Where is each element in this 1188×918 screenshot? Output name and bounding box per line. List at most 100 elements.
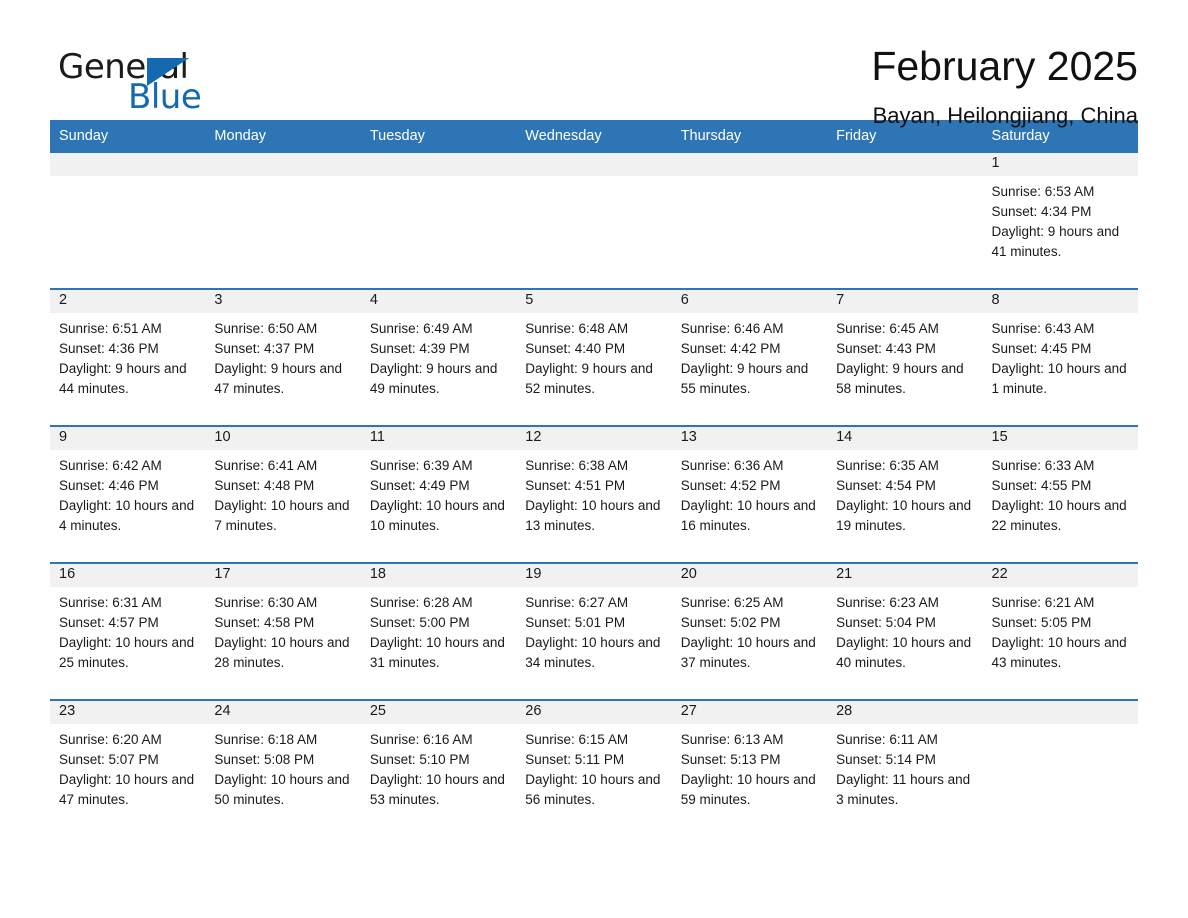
day-details: Sunrise: 6:15 AM Sunset: 5:11 PM Daylight:… [516,724,671,810]
daylight-text: Daylight: 9 hours and 58 minutes. [836,361,964,396]
day-details: Sunrise: 6:27 AM Sunset: 5:01 PM Daylight:… [516,587,671,673]
day-details: Sunrise: 6:43 AM Sunset: 4:45 PM Daylight:… [983,313,1138,399]
calendar-day-cell[interactable]: 22 Sunrise: 6:21 AM Sunset: 5:05 PM Dayligh… [982,562,1138,700]
sunset-text: Sunset: 4:58 PM [214,615,315,630]
calendar-day-cell[interactable]: 8 Sunrise: 6:43 AM Sunset: 4:45 PM Daylight… [982,288,1138,426]
sunrise-text: Sunrise: 6:18 AM [214,732,318,747]
daylight-text: Daylight: 10 hours and 47 minutes. [59,772,195,807]
day-details: Sunrise: 6:45 AM Sunset: 4:43 PM Daylight:… [827,313,982,399]
day-number [671,153,828,176]
calendar-week-row: 23 Sunrise: 6:20 AM Sunset: 5:07 PM Dayligh… [50,699,1138,836]
calendar-day-cell[interactable]: 5 Sunrise: 6:48 AM Sunset: 4:40 PM Daylight… [516,288,672,426]
calendar-day-cell[interactable]: 6 Sunrise: 6:46 AM Sunset: 4:42 PM Daylight… [671,288,828,426]
calendar-day-cell[interactable]: 12 Sunrise: 6:38 AM Sunset: 4:51 PM Dayligh… [516,425,672,563]
day-number: 13 [671,427,828,450]
daylight-text: Daylight: 9 hours and 41 minutes. [991,224,1120,259]
calendar-day-cell[interactable]: 19 Sunrise: 6:27 AM Sunset: 5:01 PM Dayligh… [516,562,672,700]
day-details: Sunrise: 6:31 AM Sunset: 4:57 PM Daylight:… [50,587,205,673]
calendar-day-cell[interactable]: 11 Sunrise: 6:39 AM Sunset: 4:49 PM Dayligh… [360,425,517,563]
sunset-text: Sunset: 5:04 PM [836,615,936,630]
day-number [205,153,361,176]
calendar-day-cell[interactable]: 14 Sunrise: 6:35 AM Sunset: 4:54 PM Dayligh… [827,425,983,563]
calendar-day-cell[interactable]: 25 Sunrise: 6:16 AM Sunset: 5:10 PM Dayligh… [360,699,517,836]
day-details: Sunrise: 6:25 AM Sunset: 5:02 PM Daylight:… [672,587,827,673]
calendar-day-cell-empty [50,153,206,289]
day-number [516,153,672,176]
daylight-text: Daylight: 10 hours and 28 minutes. [214,635,350,670]
daylight-text: Daylight: 10 hours and 34 minutes. [525,635,661,670]
daylight-text: Daylight: 10 hours and 25 minutes. [59,635,195,670]
sunset-text: Sunset: 4:43 PM [836,341,936,356]
day-number: 2 [50,290,206,313]
day-details: Sunrise: 6:51 AM Sunset: 4:36 PM Daylight:… [50,313,205,399]
day-details: Sunrise: 6:16 AM Sunset: 5:10 PM Daylight:… [361,724,516,810]
sunrise-text: Sunrise: 6:46 AM [680,321,784,336]
calendar-day-cell-empty [827,153,983,289]
sunrise-text: Sunrise: 6:25 AM [680,595,784,610]
day-details: Sunrise: 6:35 AM Sunset: 4:54 PM Daylight:… [827,450,982,536]
daylight-text: Daylight: 10 hours and 59 minutes. [680,772,816,807]
daylight-text: Daylight: 9 hours and 49 minutes. [369,361,498,396]
day-details: Sunrise: 6:49 AM Sunset: 4:39 PM Daylight:… [361,313,516,399]
calendar-day-cell[interactable]: 13 Sunrise: 6:36 AM Sunset: 4:52 PM Dayligh… [671,425,828,563]
sunset-text: Sunset: 4:52 PM [680,478,781,493]
day-details: Sunrise: 6:48 AM Sunset: 4:40 PM Daylight:… [516,313,671,399]
calendar-day-cell[interactable]: 21 Sunrise: 6:23 AM Sunset: 5:04 PM Dayligh… [827,562,983,700]
day-number: 28 [827,701,983,724]
day-number [827,153,983,176]
daylight-text: Daylight: 10 hours and 37 minutes. [680,635,816,670]
sunset-text: Sunset: 4:45 PM [991,341,1092,356]
calendar-day-cell[interactable]: 1 Sunrise: 6:53 AM Sunset: 4:34 PM Daylight… [982,153,1138,289]
calendar-week-row: 1 Sunrise: 6:53 AM Sunset: 4:34 PM Daylight… [50,153,1138,289]
day-number: 4 [360,290,517,313]
general-blue-logo[interactable]: General Blue [50,42,250,114]
calendar-day-cell[interactable]: 20 Sunrise: 6:25 AM Sunset: 5:02 PM Dayligh… [671,562,828,700]
page-subtitle: Bayan, Heilongjiang, China [872,103,1138,129]
calendar-day-cell[interactable]: 16 Sunrise: 6:31 AM Sunset: 4:57 PM Dayligh… [50,562,206,700]
calendar-day-cell[interactable]: 10 Sunrise: 6:41 AM Sunset: 4:48 PM Dayligh… [205,425,361,563]
calendar-day-cell[interactable]: 3 Sunrise: 6:50 AM Sunset: 4:37 PM Daylight… [205,288,361,426]
calendar-day-cell[interactable]: 9 Sunrise: 6:42 AM Sunset: 4:46 PM Daylight… [50,425,206,563]
calendar-day-cell[interactable]: 23 Sunrise: 6:20 AM Sunset: 5:07 PM Dayligh… [50,699,206,836]
sunrise-text: Sunrise: 6:38 AM [525,458,629,473]
sunrise-text: Sunrise: 6:33 AM [991,458,1095,473]
calendar-day-cell[interactable]: 24 Sunrise: 6:18 AM Sunset: 5:08 PM Dayligh… [205,699,361,836]
calendar-day-cell[interactable]: 26 Sunrise: 6:15 AM Sunset: 5:11 PM Dayligh… [516,699,672,836]
day-number: 3 [205,290,361,313]
calendar-day-cell[interactable]: 28 Sunrise: 6:11 AM Sunset: 5:14 PM Dayligh… [827,699,983,836]
sunrise-text: Sunrise: 6:50 AM [214,321,318,336]
daylight-text: Daylight: 10 hours and 31 minutes. [369,635,505,670]
sunset-text: Sunset: 4:51 PM [525,478,626,493]
sunset-text: Sunset: 5:07 PM [59,752,159,767]
day-number: 17 [205,564,361,587]
day-details: Sunrise: 6:53 AM Sunset: 4:34 PM Daylight:… [983,176,1138,262]
sunrise-text: Sunrise: 6:48 AM [525,321,629,336]
calendar-day-cell[interactable]: 7 Sunrise: 6:45 AM Sunset: 4:43 PM Daylight… [827,288,983,426]
calendar-day-cell[interactable]: 18 Sunrise: 6:28 AM Sunset: 5:00 PM Dayligh… [360,562,517,700]
day-number: 6 [671,290,828,313]
day-number: 9 [50,427,206,450]
calendar-day-cell[interactable]: 2 Sunrise: 6:51 AM Sunset: 4:36 PM Daylight… [50,288,206,426]
day-number: 25 [360,701,517,724]
sunrise-text: Sunrise: 6:28 AM [369,595,473,610]
sunrise-text: Sunrise: 6:36 AM [680,458,784,473]
calendar-day-cell[interactable]: 15 Sunrise: 6:33 AM Sunset: 4:55 PM Dayligh… [982,425,1138,563]
sunset-text: Sunset: 4:57 PM [59,615,159,630]
sunset-text: Sunset: 5:02 PM [680,615,781,630]
calendar-day-cell[interactable]: 4 Sunrise: 6:49 AM Sunset: 4:39 PM Daylight… [360,288,517,426]
daylight-text: Daylight: 10 hours and 13 minutes. [525,498,661,533]
calendar-day-cell[interactable]: 17 Sunrise: 6:30 AM Sunset: 4:58 PM Dayligh… [205,562,361,700]
daylight-text: Daylight: 10 hours and 16 minutes. [680,498,816,533]
calendar-day-cell[interactable]: 27 Sunrise: 6:13 AM Sunset: 5:13 PM Dayligh… [671,699,828,836]
calendar-week-row: 9 Sunrise: 6:42 AM Sunset: 4:46 PM Daylight… [50,425,1138,563]
weekday-header-thursday: Thursday [671,120,828,153]
day-number: 15 [982,427,1138,450]
sunset-text: Sunset: 5:05 PM [991,615,1092,630]
sunrise-text: Sunrise: 6:41 AM [214,458,318,473]
day-number: 19 [516,564,672,587]
daylight-text: Daylight: 9 hours and 44 minutes. [59,361,187,396]
daylight-text: Daylight: 10 hours and 53 minutes. [369,772,505,807]
daylight-text: Daylight: 10 hours and 50 minutes. [214,772,350,807]
weekday-header-monday: Monday [205,120,361,153]
day-details: Sunrise: 6:39 AM Sunset: 4:49 PM Daylight:… [361,450,516,536]
